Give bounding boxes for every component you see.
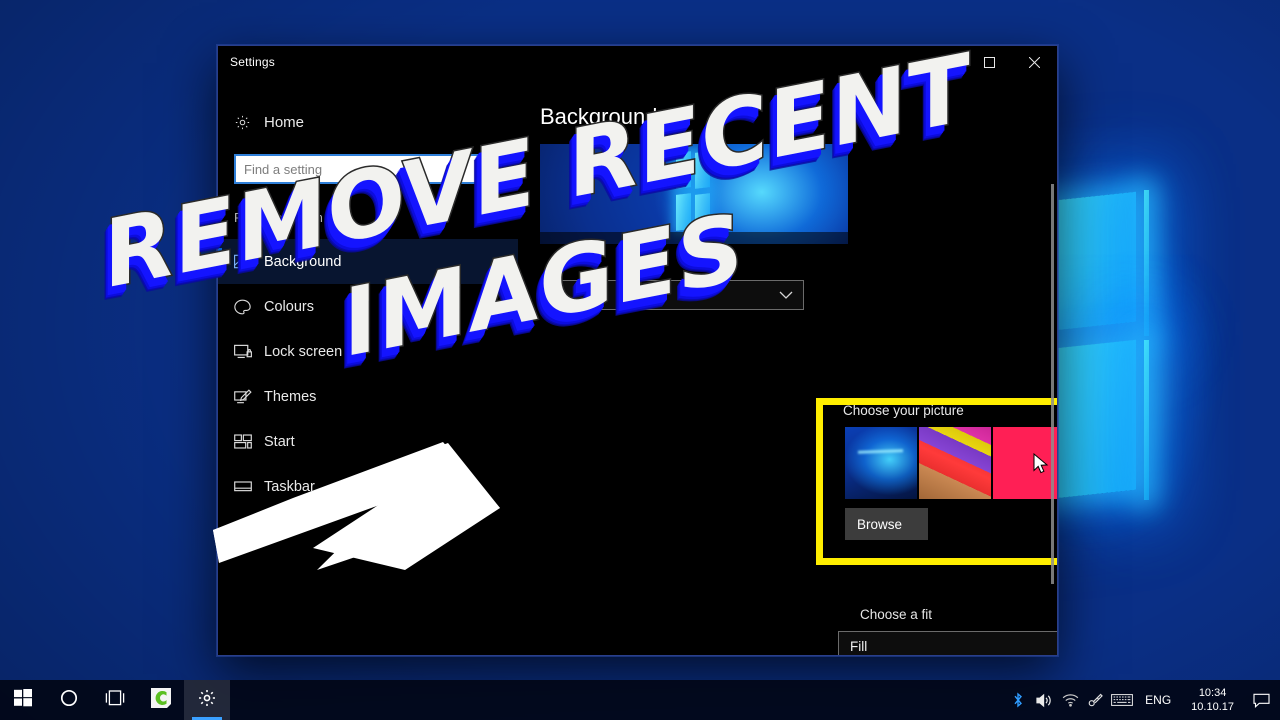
sidebar-item-colours-label: Colours	[264, 299, 314, 315]
recent-images-list	[845, 427, 1057, 499]
browse-button[interactable]: Browse	[845, 508, 928, 540]
crayons-thumbnail[interactable]	[919, 427, 991, 499]
clock-time: 10:34	[1191, 686, 1234, 700]
windows-logo-icon	[14, 689, 32, 712]
circle-icon	[60, 689, 78, 712]
choose-fit-value: Fill	[850, 639, 867, 654]
chevron-down-icon	[779, 288, 793, 303]
green-c-app-icon	[149, 686, 173, 715]
system-tray: ENG 10:34 10.10.17	[1005, 680, 1280, 720]
gear-icon	[197, 688, 217, 713]
task-view-button[interactable]	[92, 680, 138, 720]
close-button[interactable]	[1012, 46, 1057, 78]
wifi-icon[interactable]	[1057, 680, 1083, 720]
sidebar-item-home-label: Home	[264, 114, 304, 131]
choose-fit-label: Choose a fit	[860, 607, 932, 622]
sidebar-item-lock-screen-label: Lock screen	[264, 344, 342, 360]
right-arrow-annotation	[205, 430, 505, 590]
volume-icon[interactable]	[1031, 680, 1057, 720]
main-scrollbar[interactable]	[1051, 184, 1054, 584]
window-title: Settings	[230, 55, 275, 69]
windows-hero-thumbnail[interactable]	[845, 427, 917, 499]
keyboard-icon[interactable]	[1109, 680, 1135, 720]
action-center-icon[interactable]	[1244, 680, 1278, 720]
choose-picture-label: Choose your picture	[843, 403, 964, 418]
gear-icon	[234, 114, 264, 131]
start-button[interactable]	[0, 680, 46, 720]
language-indicator[interactable]: ENG	[1135, 693, 1181, 707]
clock-date: 10.10.17	[1191, 700, 1234, 714]
pen-icon[interactable]	[1083, 680, 1109, 720]
settings-button[interactable]	[184, 680, 230, 720]
clock[interactable]: 10:34 10.10.17	[1181, 686, 1244, 714]
task-view-icon	[104, 690, 126, 711]
windows-taskbar: ENG 10:34 10.10.17	[0, 680, 1280, 720]
lock-screen-icon	[234, 344, 264, 359]
bluetooth-icon[interactable]	[1005, 680, 1031, 720]
browse-button-label: Browse	[857, 517, 902, 532]
choose-fit-dropdown[interactable]: Fill	[838, 631, 1057, 656]
palette-icon	[234, 299, 264, 315]
mouse-cursor	[1033, 453, 1049, 480]
themes-icon	[234, 389, 264, 405]
sidebar-item-themes-label: Themes	[264, 389, 316, 405]
maximize-button[interactable]	[967, 46, 1012, 78]
app-button-c[interactable]	[138, 680, 184, 720]
cortana-button[interactable]	[46, 680, 92, 720]
choose-picture-highlight-box: Choose your picture Browse	[816, 398, 1057, 565]
sidebar-item-themes[interactable]: Themes	[218, 374, 518, 419]
